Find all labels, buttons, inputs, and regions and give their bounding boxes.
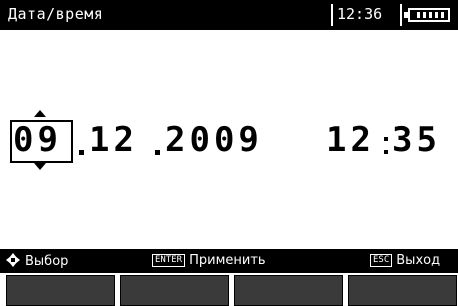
enter-key-icon: ENTER <box>152 254 186 267</box>
date-separator <box>79 150 84 155</box>
datetime-editor: 09 12 2009 12 35 <box>0 110 458 170</box>
hint-apply: ENTER Применить <box>152 253 266 268</box>
exit-label: Выход <box>396 253 441 268</box>
clock-divider <box>400 4 402 26</box>
title-divider <box>331 4 333 26</box>
date-separator <box>155 150 160 155</box>
esc-key-icon: ESC <box>370 254 393 267</box>
navigation-arrows-icon <box>6 253 20 267</box>
softkey-3[interactable] <box>234 275 343 306</box>
screen-title: Дата/время <box>8 5 104 23</box>
time-colon-bottom <box>384 150 388 154</box>
title-bar: Дата/время 12:36 <box>0 0 458 30</box>
decrement-arrow-icon[interactable] <box>34 163 46 170</box>
day-field[interactable]: 09 <box>13 120 62 160</box>
month-field[interactable]: 12 <box>89 120 138 160</box>
status-clock: 12:36 <box>337 5 383 23</box>
softkey-2[interactable] <box>120 275 229 306</box>
softkey-1[interactable] <box>6 275 115 306</box>
increment-arrow-icon[interactable] <box>34 110 46 117</box>
softkey-row <box>0 273 458 306</box>
battery-icon <box>408 8 450 22</box>
hint-bar: Выбор ENTER Применить ESC Выход <box>0 249 458 273</box>
hours-field[interactable]: 12 <box>326 120 375 160</box>
select-label: Выбор <box>25 254 69 269</box>
time-colon-top <box>384 137 388 141</box>
minutes-field[interactable]: 35 <box>392 120 441 160</box>
apply-label: Применить <box>189 253 266 268</box>
year-field[interactable]: 2009 <box>165 120 263 160</box>
hint-exit: ESC Выход <box>370 253 440 268</box>
hint-select: Выбор <box>6 253 68 269</box>
softkey-4[interactable] <box>348 275 457 306</box>
